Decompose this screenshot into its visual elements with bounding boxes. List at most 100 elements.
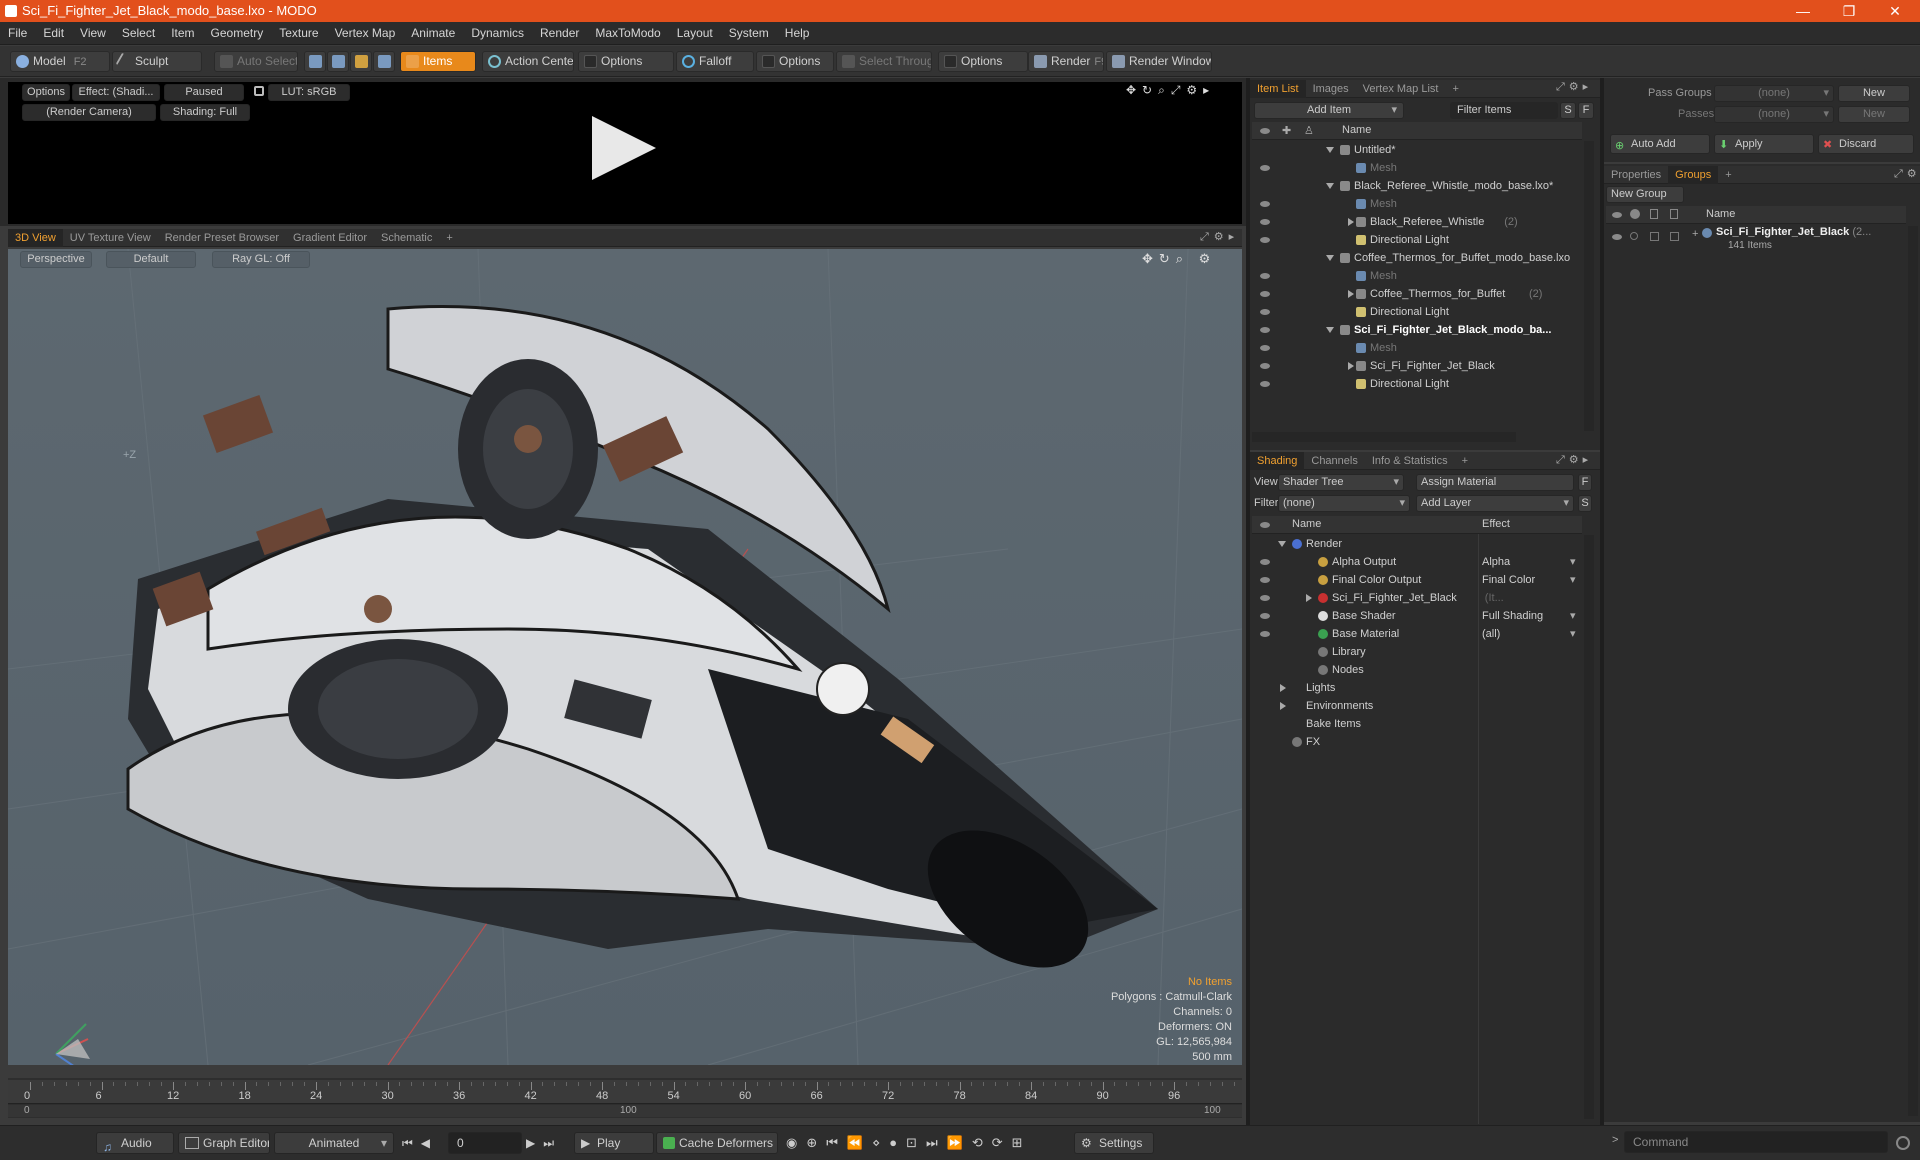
menu-render[interactable]: Render (532, 22, 587, 45)
shader-tree-row[interactable]: Base Material (all) ▾ (1252, 625, 1582, 643)
viewport-nav-icons[interactable]: ✥↻⌕ ⚙ (1142, 251, 1216, 267)
tab-[interactable]: + (439, 229, 459, 247)
render-toggle-icon[interactable] (1630, 232, 1638, 240)
sculpt-mode-button[interactable]: Sculpt (112, 51, 202, 72)
lock-icon[interactable] (254, 86, 264, 96)
visibility-icon[interactable] (1260, 613, 1270, 619)
tab-vertex-map-list[interactable]: Vertex Map List (1356, 80, 1446, 98)
preview-paused-button[interactable]: Paused (164, 84, 244, 101)
shader-tree-row[interactable]: Render (1252, 535, 1582, 553)
filter-s-button[interactable]: S (1560, 102, 1576, 119)
play-icon[interactable] (592, 116, 656, 180)
shader-tree-row[interactable]: Alpha Output Alpha ▾ (1252, 553, 1582, 571)
shader-tree-row[interactable]: Base Shader Full Shading ▾ (1252, 607, 1582, 625)
menu-view[interactable]: View (72, 22, 114, 45)
chevron-down-icon[interactable]: ▾ (1570, 625, 1576, 643)
expand-arrow-icon[interactable] (1326, 147, 1334, 153)
render-window-button[interactable]: Render Window (1106, 51, 1212, 72)
collapse-arrow-icon[interactable] (1348, 290, 1354, 298)
item-list-row[interactable]: Coffee_Thermos_for_Buffet_modo_base.lxo (1252, 249, 1582, 267)
expand-arrow-icon[interactable] (1326, 183, 1334, 189)
minimize-button[interactable]: — (1780, 0, 1826, 22)
visibility-icon[interactable] (1260, 327, 1270, 333)
menu-system[interactable]: System (721, 22, 777, 45)
shader-tree-row[interactable]: Library (1252, 643, 1582, 661)
item-list-row[interactable]: Mesh (1252, 195, 1582, 213)
effect-dropdown[interactable]: Alpha (1482, 553, 1510, 571)
expand-arrow-icon[interactable] (1326, 327, 1334, 333)
tab-[interactable]: + (1718, 166, 1738, 184)
item-list-row[interactable]: Directional Light (1252, 375, 1582, 393)
menu-geometry[interactable]: Geometry (203, 22, 272, 45)
graph-editor-button[interactable]: Graph Editor (178, 1132, 270, 1154)
transport-prev-icons[interactable]: ⏮◀ (402, 1136, 438, 1151)
animated-dropdown[interactable]: Animated ▾ (274, 1132, 394, 1154)
render-button[interactable]: RenderF9 (1028, 51, 1104, 72)
preview-effect-dropdown[interactable]: Effect: (Shadi... (72, 84, 160, 101)
raygl-dropdown[interactable]: Ray GL: Off (212, 251, 310, 268)
visibility-icon[interactable] (1260, 559, 1270, 565)
visibility-icon[interactable] (1260, 381, 1270, 387)
tab-groups[interactable]: Groups (1668, 166, 1719, 184)
preview-nav-icons[interactable]: ✥↻⌕⤢⚙▸ (1126, 83, 1215, 98)
assign-material-button[interactable]: Assign Material (1416, 474, 1574, 491)
lock-toggle-icon[interactable] (1650, 232, 1659, 241)
material-select-button[interactable] (373, 51, 395, 72)
item-list-row[interactable]: Mesh (1252, 267, 1582, 285)
tab-info-statistics[interactable]: Info & Statistics (1365, 452, 1455, 470)
tab-item-list[interactable]: Item List (1250, 80, 1306, 98)
shader-tree-row[interactable]: FX (1252, 733, 1582, 751)
pass-groups-dropdown[interactable]: (none) ▾ (1714, 85, 1834, 102)
filter-f-button[interactable]: F (1578, 102, 1594, 119)
effect-dropdown[interactable]: Full Shading (1482, 607, 1543, 625)
item-list-row[interactable]: Coffee_Thermos_for_Buffet (2) (1252, 285, 1582, 303)
command-history-icon[interactable] (1896, 1136, 1910, 1150)
audio-button[interactable]: ♫ Audio (96, 1132, 174, 1154)
shader-tree-row[interactable]: Lights (1252, 679, 1582, 697)
timeline-range-bar[interactable]: 0 100 100 (8, 1105, 1242, 1117)
item-list-row[interactable]: Directional Light (1252, 303, 1582, 321)
preview-options-button[interactable]: Options (22, 84, 70, 101)
tab-3d-view[interactable]: 3D View (8, 229, 63, 247)
item-list-row[interactable]: Untitled* (1252, 141, 1582, 159)
tab-properties[interactable]: Properties (1604, 166, 1668, 184)
command-input[interactable]: Command (1624, 1131, 1888, 1153)
visibility-icon[interactable] (1260, 291, 1270, 297)
menu-file[interactable]: File (0, 22, 35, 45)
3d-viewport[interactable]: Perspective Default Ray GL: Off ✥↻⌕ ⚙ +Z… (8, 249, 1242, 1065)
item-list-row[interactable]: Mesh (1252, 159, 1582, 177)
menu-select[interactable]: Select (114, 22, 163, 45)
select-toggle-icon[interactable] (1670, 232, 1679, 241)
collapse-arrow-icon[interactable] (1348, 362, 1354, 370)
item-list-row[interactable]: Black_Referee_Whistle (2) (1252, 213, 1582, 231)
falloff-button[interactable]: Falloff (676, 51, 754, 72)
visibility-icon[interactable] (1260, 219, 1270, 225)
chevron-down-icon[interactable]: ▾ (1570, 553, 1576, 571)
effect-dropdown[interactable]: Final Color (1482, 571, 1535, 589)
visibility-icon[interactable] (1260, 577, 1270, 583)
close-button[interactable]: ✕ (1872, 0, 1918, 22)
shader-tree-row[interactable]: Bake Items (1252, 715, 1582, 733)
tab-[interactable]: + (1445, 80, 1465, 98)
collapse-arrow-icon[interactable] (1280, 684, 1286, 692)
shading-f-button[interactable]: F (1578, 474, 1592, 491)
item-list-tab-icons[interactable]: ⤢⚙▸ (1556, 80, 1592, 94)
frame-input[interactable]: 0 (448, 1132, 522, 1154)
passes-dropdown[interactable]: (none) ▾ (1714, 106, 1834, 123)
select-through-options-button[interactable]: Options (938, 51, 1028, 72)
shading-dropdown[interactable]: Shading: Full (160, 104, 250, 121)
lut-dropdown[interactable]: LUT: sRGB (268, 84, 350, 101)
vertex-select-button[interactable] (304, 51, 326, 72)
visibility-icon[interactable] (1260, 595, 1270, 601)
tab-shading[interactable]: Shading (1250, 452, 1305, 470)
maximize-button[interactable]: ❐ (1826, 0, 1872, 22)
perspective-dropdown[interactable]: Perspective (20, 251, 92, 268)
visibility-icon[interactable] (1260, 273, 1270, 279)
filter-dropdown[interactable]: (none) ▾ (1278, 495, 1410, 512)
collapse-arrow-icon[interactable] (1280, 702, 1286, 710)
shading-s-button[interactable]: S (1578, 495, 1592, 512)
falloff-options-button[interactable]: Options (756, 51, 834, 72)
visibility-icon[interactable] (1260, 165, 1270, 171)
visibility-icon[interactable] (1260, 201, 1270, 207)
items-mode-button[interactable]: Items (400, 51, 476, 72)
